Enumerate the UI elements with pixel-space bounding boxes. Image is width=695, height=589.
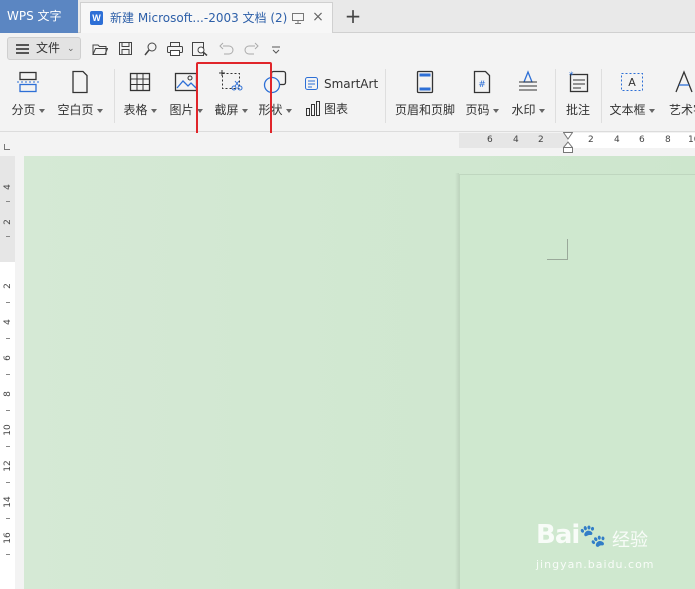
chart-icon <box>306 101 320 116</box>
ruler-tick <box>6 410 10 411</box>
ruler-tick <box>6 446 10 447</box>
insert-ribbon: 分页 空白页 表格 图片 截屏 形状 SmartArt 图表 页眉和页脚 # 页… <box>0 63 695 132</box>
ruler-number: 2 <box>3 219 13 225</box>
svg-text:A: A <box>628 76 636 89</box>
ruler-tick <box>6 338 10 339</box>
indent-marker-icon[interactable] <box>563 132 573 154</box>
header-footer-button[interactable]: 页眉和页脚 <box>392 63 458 129</box>
ruler-number: 2 <box>3 283 13 289</box>
app-tab-label: WPS 文字 <box>7 9 62 23</box>
chevron-down-icon: ⌄ <box>67 44 75 54</box>
ruler-tick <box>6 482 10 483</box>
page-break-button[interactable]: 分页 <box>8 63 48 129</box>
page-break-icon <box>17 71 39 93</box>
watermark-label: 水印 <box>508 101 548 118</box>
ruler-number: 10 <box>688 135 695 145</box>
redo-icon[interactable] <box>243 42 259 56</box>
baidu-watermark: Bai🐾 经验 jingyan.baidu.com <box>532 520 692 575</box>
ruler-tick <box>6 302 10 303</box>
ruler-tick <box>6 554 10 555</box>
word-doc-icon: W <box>90 11 103 25</box>
find-icon[interactable] <box>143 42 159 56</box>
ruler-number: 2 <box>588 135 594 145</box>
table-label: 表格 <box>121 101 159 118</box>
ruler-tick <box>6 236 10 237</box>
header-footer-icon <box>416 70 434 94</box>
header-footer-label: 页眉和页脚 <box>394 103 455 117</box>
watermark-brand-2: 经验 <box>612 530 648 551</box>
page-margin-corner-mark <box>547 239 568 260</box>
ribbon-separator <box>601 69 602 123</box>
comment-label: 批注 <box>565 103 590 117</box>
file-menu-label: 文件 <box>36 41 61 55</box>
undo-icon[interactable] <box>219 42 235 56</box>
ruler-number: 14 <box>3 496 13 508</box>
ruler-number: 16 <box>3 532 13 544</box>
wordart-label: 艺术字 <box>669 103 695 117</box>
picture-icon <box>174 72 198 92</box>
tab-bar: WPS 文字 W 新建 Microsoft...-2003 文档 (2) × + <box>0 0 695 33</box>
textbox-icon: A <box>621 73 643 91</box>
watermark-icon <box>519 70 537 91</box>
textbox-label: 文本框 <box>607 101 657 118</box>
new-tab-button[interactable]: + <box>342 4 364 28</box>
comment-button[interactable]: * 批注 <box>560 63 596 129</box>
file-menu-button[interactable]: 文件 ⌄ <box>7 37 81 60</box>
vertical-ruler-text-area[interactable]: 2 4 6 8 10 12 14 16 <box>0 262 15 589</box>
blank-page-icon <box>72 70 88 94</box>
textbox-button[interactable]: A 文本框 <box>607 63 657 129</box>
ruler-number: 4 <box>513 135 519 145</box>
ruler-number: 8 <box>665 135 671 145</box>
ruler-number: 2 <box>538 135 544 145</box>
page-number-icon: # <box>473 70 491 94</box>
ribbon-separator <box>114 69 115 123</box>
open-folder-icon[interactable] <box>92 42 108 56</box>
blank-page-label: 空白页 <box>54 101 106 118</box>
quick-access-bar: 文件 ⌄ <box>0 33 695 63</box>
page-break-label: 分页 <box>8 101 48 118</box>
ruler-number: 6 <box>3 355 13 361</box>
ruler-number: 4 <box>614 135 620 145</box>
app-tab[interactable]: WPS 文字 <box>0 0 78 33</box>
page-number-label: 页码 <box>463 101 501 118</box>
horizontal-ruler-text-area[interactable]: 2 4 6 8 10 <box>568 133 695 148</box>
ribbon-separator <box>385 69 386 123</box>
customize-dropdown-icon[interactable] <box>268 42 284 56</box>
ruler-number: 12 <box>3 460 13 472</box>
print-icon[interactable] <box>167 42 183 56</box>
ruler-tick <box>6 374 10 375</box>
ruler-corner-icon[interactable] <box>4 144 10 150</box>
ruler-number: 10 <box>3 424 13 436</box>
close-tab-icon[interactable]: × <box>310 9 326 25</box>
ruler-number: 4 <box>3 319 13 325</box>
ruler-tick <box>6 201 10 202</box>
watermark-button[interactable]: 水印 <box>508 63 548 129</box>
page-number-button[interactable]: # 页码 <box>463 63 501 129</box>
ribbon-separator <box>555 69 556 123</box>
ruler-number: 8 <box>3 391 13 397</box>
smartart-label: SmartArt <box>324 77 379 91</box>
svg-text:*: * <box>569 71 574 81</box>
ruler-number: 6 <box>639 135 645 145</box>
blank-page-button[interactable]: 空白页 <box>54 63 106 129</box>
comment-icon: * <box>569 71 589 93</box>
watermark-brand: Bai🐾 <box>536 520 607 550</box>
ruler-tick <box>6 518 10 519</box>
svg-text:#: # <box>478 80 486 90</box>
print-preview-icon[interactable] <box>192 42 208 56</box>
smartart-icon <box>305 77 318 90</box>
ruler-number: 4 <box>3 184 13 190</box>
chart-label: 图表 <box>324 102 349 116</box>
document-tab[interactable]: W 新建 Microsoft...-2003 文档 (2) × <box>80 2 333 33</box>
document-tab-title: 新建 Microsoft...-2003 文档 (2) <box>110 11 288 25</box>
wordart-button[interactable]: 艺术字 <box>665 63 695 129</box>
table-button[interactable]: 表格 <box>121 63 159 129</box>
window-icon[interactable] <box>291 11 305 25</box>
hamburger-icon <box>16 44 29 54</box>
watermark-url: jingyan.baidu.com <box>536 558 655 571</box>
table-icon <box>129 72 151 92</box>
ruler-number: 6 <box>487 135 493 145</box>
save-icon[interactable] <box>118 42 134 56</box>
wordart-icon <box>675 70 693 93</box>
